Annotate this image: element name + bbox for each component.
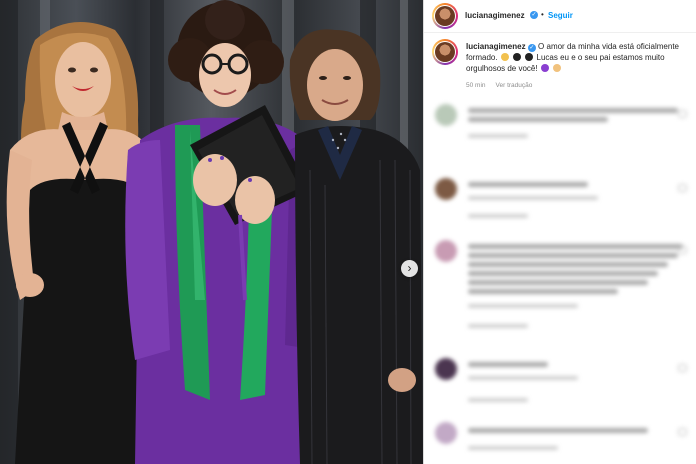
like-comment-icon[interactable] bbox=[678, 184, 687, 192]
post-photo[interactable]: › bbox=[0, 0, 423, 464]
like-comment-icon[interactable] bbox=[678, 364, 687, 372]
caption-meta: 50 min Ver tradução bbox=[466, 82, 532, 89]
caption-avatar-ring[interactable] bbox=[432, 39, 458, 65]
translate-link[interactable]: Ver tradução bbox=[496, 82, 533, 89]
graduation-cap-emoji-icon bbox=[525, 53, 534, 61]
post-side-panel: lucianagimenez ✓ • Seguir lucianagimenez… bbox=[423, 0, 696, 464]
follow-button[interactable]: Seguir bbox=[548, 11, 573, 20]
post-time: 50 min bbox=[466, 82, 486, 89]
next-photo-button[interactable]: › bbox=[401, 260, 418, 277]
avatar bbox=[435, 422, 457, 444]
verified-badge-icon: ✓ bbox=[530, 11, 538, 19]
graduation-cap-emoji-icon bbox=[513, 53, 522, 61]
comments-list bbox=[424, 96, 696, 464]
like-comment-icon[interactable] bbox=[678, 428, 687, 436]
graduation-photo-illustration bbox=[0, 0, 423, 464]
avatar bbox=[435, 240, 457, 262]
post-header: lucianagimenez ✓ • Seguir bbox=[424, 0, 696, 33]
avatar bbox=[435, 42, 455, 62]
purple-heart-emoji-icon bbox=[540, 64, 549, 72]
avatar bbox=[435, 6, 455, 26]
avatar bbox=[435, 178, 457, 200]
caption-text: lucianagimenez ✓ O amor da minha vida es… bbox=[466, 41, 694, 74]
verified-badge-icon: ✓ bbox=[527, 44, 536, 52]
avatar bbox=[435, 104, 457, 126]
header-username[interactable]: lucianagimenez bbox=[465, 11, 525, 20]
clapping-emoji-icon bbox=[500, 53, 509, 61]
instagram-post-view: › lucianagimenez ✓ • Seguir lucianagimen… bbox=[0, 0, 696, 464]
story-ring[interactable] bbox=[432, 3, 458, 29]
like-comment-icon[interactable] bbox=[678, 246, 687, 254]
chevron-right-icon: › bbox=[407, 261, 412, 275]
caption-username[interactable]: lucianagimenez bbox=[466, 42, 526, 51]
like-comment-icon[interactable] bbox=[678, 110, 687, 118]
separator-dot: • bbox=[541, 10, 544, 19]
boy-emoji-icon bbox=[553, 64, 562, 72]
avatar bbox=[435, 358, 457, 380]
